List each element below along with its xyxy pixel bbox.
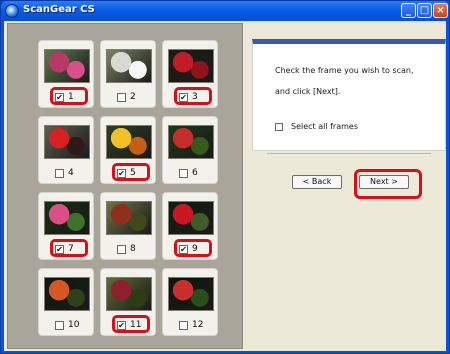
panel-divider	[267, 153, 431, 154]
frame-thumbnail-8[interactable]: 8	[100, 192, 156, 260]
frame-checkbox-row-8[interactable]: 8	[117, 243, 151, 255]
close-icon: ×	[436, 5, 445, 16]
minimize-icon: _	[406, 5, 411, 16]
frame-number-11: 11	[130, 320, 142, 330]
select-all-frames[interactable]: Select all frames	[275, 122, 358, 131]
frame-number-12: 12	[192, 320, 204, 330]
frame-thumbnail-1[interactable]: ✔ 1	[38, 40, 94, 108]
frame-checkbox-row-3[interactable]: ✔ 3	[179, 91, 213, 103]
frame-photo-3	[168, 49, 214, 83]
frame-checkbox-9[interactable]: ✔	[179, 244, 188, 254]
maximize-icon: □	[419, 5, 430, 16]
frame-number-5: 5	[130, 168, 136, 178]
frame-thumbnail-7[interactable]: ✔ 7	[38, 192, 94, 260]
frame-photo-6	[168, 125, 214, 159]
frame-checkbox-12[interactable]	[179, 320, 188, 330]
window-title: ScanGear CS	[23, 4, 95, 15]
frame-photo-5	[106, 125, 152, 159]
minimize-button[interactable]: _	[401, 3, 416, 18]
frame-number-7: 7	[68, 244, 74, 254]
select-all-checkbox[interactable]	[275, 122, 283, 131]
frame-thumbnail-6[interactable]: 6	[162, 116, 218, 184]
frame-checkbox-6[interactable]	[179, 168, 188, 178]
frame-number-8: 8	[130, 244, 136, 254]
frame-number-6: 6	[192, 168, 198, 178]
select-all-label: Select all frames	[291, 122, 359, 131]
frame-checkbox-row-1[interactable]: ✔ 1	[55, 91, 89, 103]
frame-thumbnail-4[interactable]: 4	[38, 116, 94, 184]
frame-number-1: 1	[68, 92, 74, 102]
frame-thumbnail-5[interactable]: ✔ 5	[100, 116, 156, 184]
client-area: ✔ 1 2 ✔ 3 4 ✔ 5 6 ✔ 7 8 ✔ 9 10 ✔ 11 12 Check the frame yo…	[4, 21, 446, 351]
frame-checkbox-10[interactable]	[55, 320, 64, 330]
frame-checkbox-3[interactable]: ✔	[179, 92, 188, 102]
frame-number-2: 2	[130, 92, 136, 102]
frame-checkbox-5[interactable]: ✔	[117, 168, 126, 178]
frame-checkbox-row-11[interactable]: ✔ 11	[117, 319, 151, 331]
frame-checkbox-row-5[interactable]: ✔ 5	[117, 167, 151, 179]
frame-checkbox-row-12[interactable]: 12	[179, 319, 213, 331]
frame-photo-10	[44, 277, 90, 311]
frame-checkbox-row-9[interactable]: ✔ 9	[179, 243, 213, 255]
maximize-button[interactable]: □	[417, 3, 432, 18]
frame-checkbox-1[interactable]: ✔	[55, 92, 64, 102]
frame-checkbox-7[interactable]: ✔	[55, 244, 64, 254]
back-button[interactable]: < Back	[292, 175, 342, 189]
frame-number-4: 4	[68, 168, 74, 178]
frame-checkbox-4[interactable]	[55, 168, 64, 178]
frame-photo-9	[168, 201, 214, 235]
frame-photo-4	[44, 125, 90, 159]
frame-thumbnail-grid: ✔ 1 2 ✔ 3 4 ✔ 5 6 ✔ 7 8 ✔ 9 10 ✔ 11 12	[7, 23, 243, 349]
frame-thumbnail-9[interactable]: ✔ 9	[162, 192, 218, 260]
frame-photo-12	[168, 277, 214, 311]
frame-thumbnail-3[interactable]: ✔ 3	[162, 40, 218, 108]
frame-checkbox-8[interactable]	[117, 244, 126, 254]
scangear-icon	[5, 4, 19, 18]
frame-number-9: 9	[192, 244, 198, 254]
title-bar[interactable]: ScanGear CS _ □ ×	[1, 1, 449, 21]
frame-photo-8	[106, 201, 152, 235]
frame-checkbox-row-10[interactable]: 10	[55, 319, 89, 331]
frame-photo-2	[106, 49, 152, 83]
frame-number-10: 10	[68, 320, 80, 330]
frame-number-3: 3	[192, 92, 198, 102]
next-button[interactable]: Next >	[359, 175, 409, 189]
close-button[interactable]: ×	[433, 3, 448, 18]
frame-checkbox-row-2[interactable]: 2	[117, 91, 151, 103]
frame-thumbnail-2[interactable]: 2	[100, 40, 156, 108]
frame-thumbnail-12[interactable]: 12	[162, 268, 218, 336]
frame-photo-7	[44, 201, 90, 235]
instruction-panel: Check the frame you wish to scan, and cl…	[252, 39, 446, 199]
frame-thumbnail-10[interactable]: 10	[38, 268, 94, 336]
frame-checkbox-11[interactable]: ✔	[117, 320, 126, 330]
frame-checkbox-row-6[interactable]: 6	[179, 167, 213, 179]
frame-checkbox-row-7[interactable]: ✔ 7	[55, 243, 89, 255]
frame-checkbox-2[interactable]	[117, 92, 126, 102]
instruction-line-2: and click [Next].	[275, 87, 341, 96]
frame-photo-11	[106, 277, 152, 311]
frame-thumbnail-11[interactable]: ✔ 11	[100, 268, 156, 336]
instruction-line-1: Check the frame you wish to scan,	[275, 66, 414, 75]
frame-checkbox-row-4[interactable]: 4	[55, 167, 89, 179]
frame-photo-1	[44, 49, 90, 83]
scangear-window: ScanGear CS _ □ × ✔ 1 2 ✔ 3 4 ✔ 5 6 ✔ 7 8 ✔ 9 10 ✔ 11 12 …	[0, 0, 450, 354]
